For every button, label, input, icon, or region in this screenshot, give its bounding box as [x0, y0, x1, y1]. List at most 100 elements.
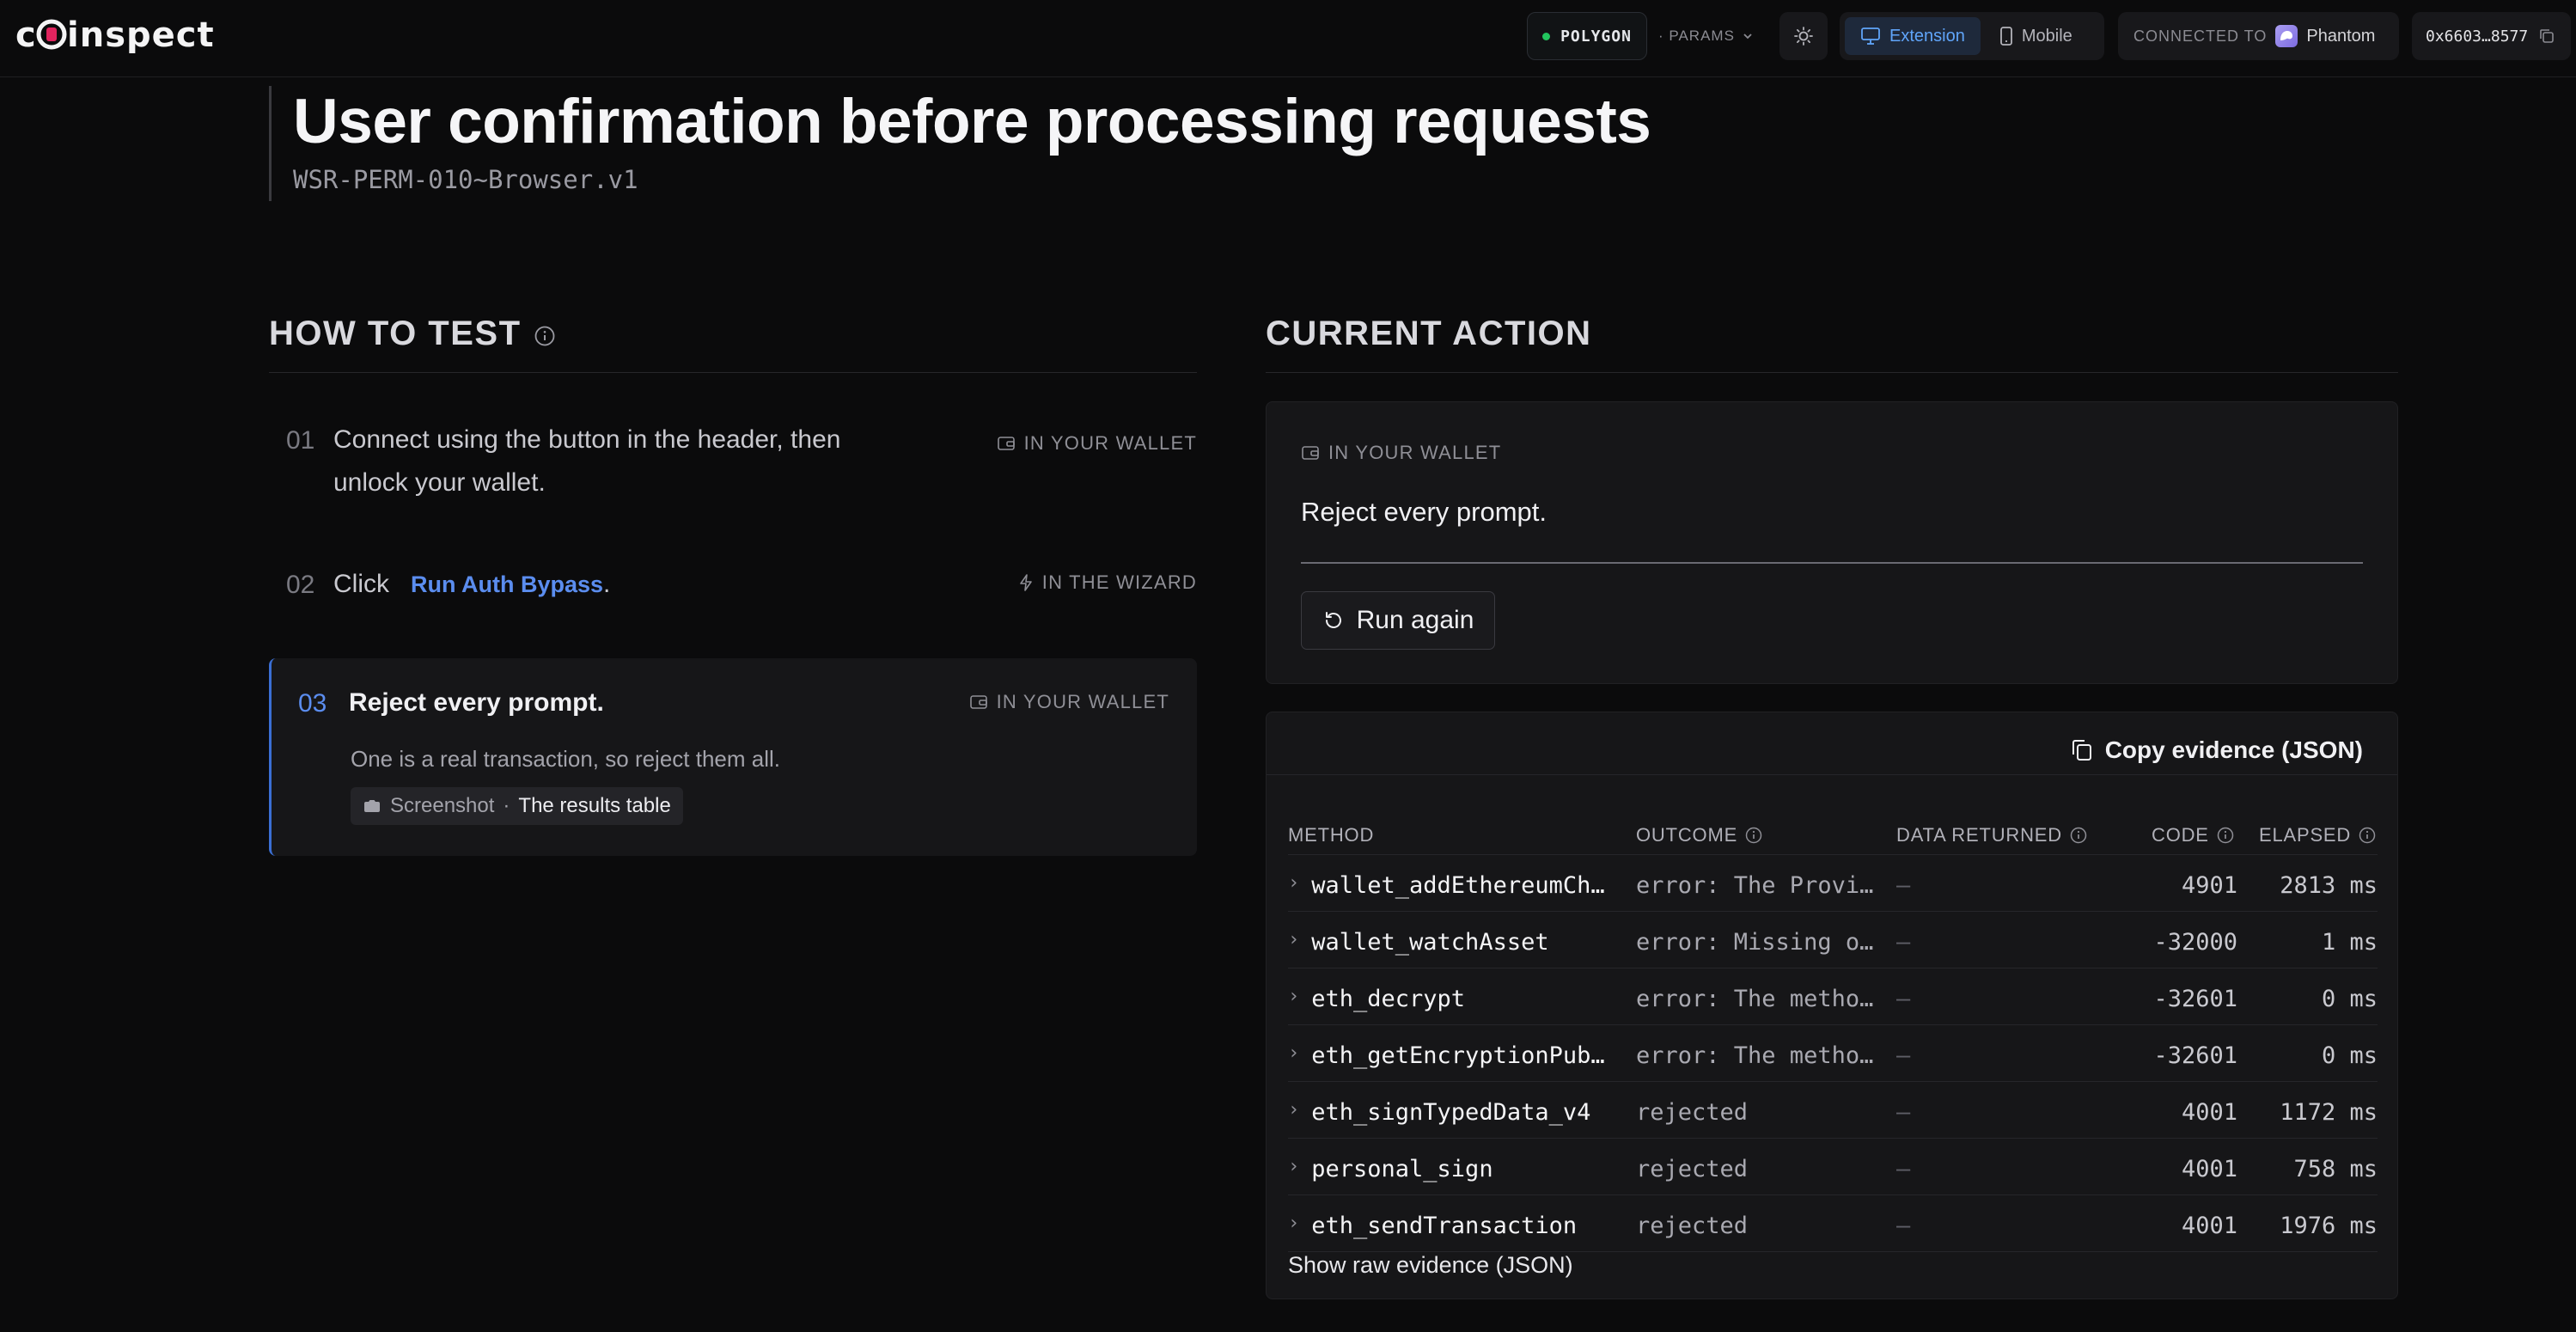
chevron-right-icon[interactable]: ›	[1288, 1156, 1299, 1182]
chevron-right-icon[interactable]: ›	[1288, 1099, 1299, 1126]
wallet-icon	[969, 695, 987, 709]
run-auth-bypass-link[interactable]: Run Auth Bypass	[411, 571, 603, 597]
screenshot-chip: Screenshot · The results table	[351, 787, 683, 825]
step-text-line1: Connect using the button in the header, …	[333, 425, 841, 454]
chip-separator: ·	[503, 794, 510, 817]
platform-mode-toggle: Extension Mobile	[1840, 12, 2104, 60]
wallet-name: Phantom	[2306, 26, 2376, 46]
mode-extension-button[interactable]: Extension	[1845, 17, 1981, 55]
chevron-down-icon	[1743, 34, 1752, 40]
page-title-block: User confirmation before processing requ…	[269, 86, 1651, 201]
mode-mobile-button[interactable]: Mobile	[1984, 17, 2088, 55]
step-prefix: Click	[333, 570, 389, 598]
chip-label: Screenshot	[390, 794, 495, 817]
step-location-tag: IN YOUR WALLET	[969, 691, 1169, 713]
table-row[interactable]: › wallet_watchAsset error: Missing or… — …	[1288, 912, 2378, 968]
network-selector[interactable]: POLYGON	[1527, 12, 1647, 60]
copy-icon	[2072, 740, 2091, 761]
column-header-code[interactable]: CODE	[2152, 824, 2235, 846]
current-action-card: IN YOUR WALLET Reject every prompt. Run …	[1266, 401, 2398, 684]
info-icon[interactable]	[2069, 826, 2088, 845]
action-instruction: Reject every prompt.	[1301, 497, 1547, 527]
step-location-tag: IN YOUR WALLET	[997, 432, 1197, 455]
connected-to-label: CONNECTED TO	[2133, 27, 2268, 45]
step-location-tag: IN THE WIZARD	[1018, 571, 1197, 594]
logo-icon: c inspect	[15, 15, 215, 53]
sun-icon	[1794, 27, 1813, 46]
step-text-line2: unlock your wallet.	[333, 468, 546, 497]
test-id: WSR-PERM-010~Browser.v1	[293, 165, 638, 194]
info-icon[interactable]	[2216, 826, 2235, 845]
copy-icon[interactable]	[2538, 27, 2555, 45]
step-01: 01 Connect using the button in the heade…	[269, 419, 1197, 513]
table-row[interactable]: › eth_signTypedData_v4 rejected — 4001 11…	[1288, 1082, 2378, 1139]
how-to-test-title: HOW TO TEST	[269, 315, 522, 352]
divider	[1301, 562, 2363, 564]
chevron-right-icon[interactable]: ›	[1288, 1213, 1299, 1239]
chevron-right-icon[interactable]: ›	[1288, 986, 1299, 1012]
step-text: Click Run Auth Bypass.	[333, 563, 610, 606]
divider	[1267, 774, 2397, 775]
action-location-tag: IN YOUR WALLET	[1301, 442, 1501, 464]
phantom-icon	[2275, 25, 2298, 47]
step-suffix: .	[603, 570, 611, 598]
column-header-method[interactable]: METHOD	[1288, 824, 1374, 846]
evidence-table: METHOD OUTCOME DATA RETURNED CODE ELAPSE…	[1288, 798, 2378, 1252]
account-address[interactable]: 0x6603…8577	[2412, 12, 2571, 60]
run-again-label: Run again	[1356, 606, 1474, 634]
page-title: User confirmation before processing requ…	[293, 87, 1651, 156]
chip-value: The results table	[518, 794, 671, 817]
step-02: 02 Click Run Auth Bypass. IN THE WIZARD	[269, 563, 1197, 614]
table-row[interactable]: › wallet_addEthereumCha… error: The Provi…	[1288, 855, 2378, 912]
app-header: c inspect POLYGON · PARAMS Extension Mob…	[0, 0, 2576, 77]
network-name: POLYGON	[1560, 27, 1632, 46]
coinspect-logo[interactable]: c inspect	[15, 15, 247, 53]
chevron-right-icon[interactable]: ›	[1288, 872, 1299, 899]
current-action-title: CURRENT ACTION	[1266, 315, 1592, 352]
theme-toggle-button[interactable]	[1779, 12, 1828, 60]
step-03-active: 03 Reject every prompt. IN YOUR WALLET O…	[269, 658, 1197, 856]
table-row[interactable]: › personal_sign rejected — 4001 758 ms	[1288, 1139, 2378, 1195]
smartphone-icon	[1999, 27, 2012, 46]
column-header-data-returned[interactable]: DATA RETURNED	[1896, 824, 2088, 846]
monitor-icon	[1861, 27, 1880, 45]
show-raw-evidence-link[interactable]: Show raw evidence (JSON)	[1288, 1252, 1573, 1279]
table-row[interactable]: › eth_getEncryptionPubl… error: The metho…	[1288, 1025, 2378, 1082]
step-subtext: One is a real transaction, so reject the…	[351, 746, 781, 772]
mode-mobile-label: Mobile	[2021, 26, 2072, 46]
info-icon[interactable]	[534, 325, 556, 347]
rotate-ccw-icon	[1325, 612, 1341, 628]
svg-text:c: c	[15, 15, 37, 53]
params-label: · PARAMS	[1658, 27, 1735, 44]
step-number: 02	[286, 571, 315, 599]
params-dropdown[interactable]: · PARAMS	[1658, 12, 1761, 60]
chevron-right-icon[interactable]: ›	[1288, 929, 1299, 956]
info-icon[interactable]	[2358, 826, 2377, 845]
camera-icon	[364, 800, 380, 812]
current-action-heading: CURRENT ACTION	[1266, 315, 2398, 373]
step-number: 03	[298, 689, 327, 718]
column-header-elapsed[interactable]: ELAPSED	[2259, 824, 2377, 846]
chevron-right-icon[interactable]: ›	[1288, 1042, 1299, 1069]
copy-evidence-label: Copy evidence (JSON)	[2104, 736, 2363, 763]
step-number: 01	[286, 426, 315, 455]
table-row[interactable]: › eth_sendTransaction rejected — 4001 197…	[1288, 1195, 2378, 1252]
address-text: 0x6603…8577	[2426, 27, 2529, 46]
wallet-connection-status[interactable]: CONNECTED TO Phantom	[2118, 12, 2399, 60]
run-again-button[interactable]: Run again	[1301, 591, 1495, 650]
copy-evidence-button[interactable]: Copy evidence (JSON)	[2069, 730, 2363, 771]
info-icon[interactable]	[1744, 826, 1763, 845]
wallet-icon	[1302, 446, 1319, 460]
svg-text:inspect: inspect	[67, 15, 215, 53]
evidence-panel: Copy evidence (JSON) METHOD OUTCOME DATA…	[1266, 712, 2398, 1299]
step-text: Reject every prompt.	[349, 688, 604, 717]
table-row[interactable]: › eth_decrypt error: The method… — -32601…	[1288, 968, 2378, 1025]
how-to-test-heading: HOW TO TEST	[269, 315, 1197, 373]
table-header-row: METHOD OUTCOME DATA RETURNED CODE ELAPSE…	[1288, 798, 2378, 855]
wallet-icon	[997, 437, 1015, 450]
lightning-icon	[1019, 574, 1032, 591]
column-header-outcome[interactable]: OUTCOME	[1636, 824, 1763, 846]
step-text: Connect using the button in the header, …	[333, 419, 840, 504]
mode-extension-label: Extension	[1889, 26, 1965, 46]
network-status-dot	[1542, 32, 1551, 40]
